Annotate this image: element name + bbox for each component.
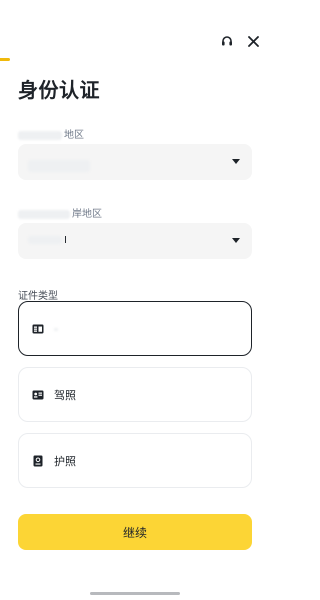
redacted-text <box>18 209 70 219</box>
region-label: 地区 <box>18 126 84 141</box>
headset-icon[interactable] <box>220 34 234 48</box>
residence-region-select-value: I <box>28 234 67 248</box>
driver-license-icon <box>32 389 44 401</box>
close-icon[interactable] <box>246 34 260 48</box>
chevron-down-icon <box>232 238 240 243</box>
doc-option-label: 驾照 <box>54 388 76 402</box>
chevron-down-icon <box>232 159 240 164</box>
progress-bar <box>0 58 10 61</box>
doc-option-label <box>54 322 60 335</box>
redacted-text <box>18 130 62 140</box>
passport-icon <box>32 455 44 467</box>
continue-button[interactable]: 继续 <box>18 514 252 550</box>
page-title: 身份认证 <box>18 78 100 102</box>
home-indicator <box>90 592 180 595</box>
residence-region-label: 岸地区 <box>18 205 102 220</box>
residence-region-select[interactable]: I <box>18 223 252 259</box>
doc-option-id-card[interactable] <box>18 301 252 356</box>
document-type-label: 证件类型 <box>18 291 58 302</box>
region-select-value <box>28 155 92 172</box>
doc-option-label: 护照 <box>54 454 76 468</box>
top-bar <box>220 34 260 48</box>
doc-option-driver-license[interactable]: 驾照 <box>18 367 252 422</box>
region-select[interactable] <box>18 144 252 180</box>
doc-option-passport[interactable]: 护照 <box>18 433 252 488</box>
id-card-icon <box>32 323 44 335</box>
